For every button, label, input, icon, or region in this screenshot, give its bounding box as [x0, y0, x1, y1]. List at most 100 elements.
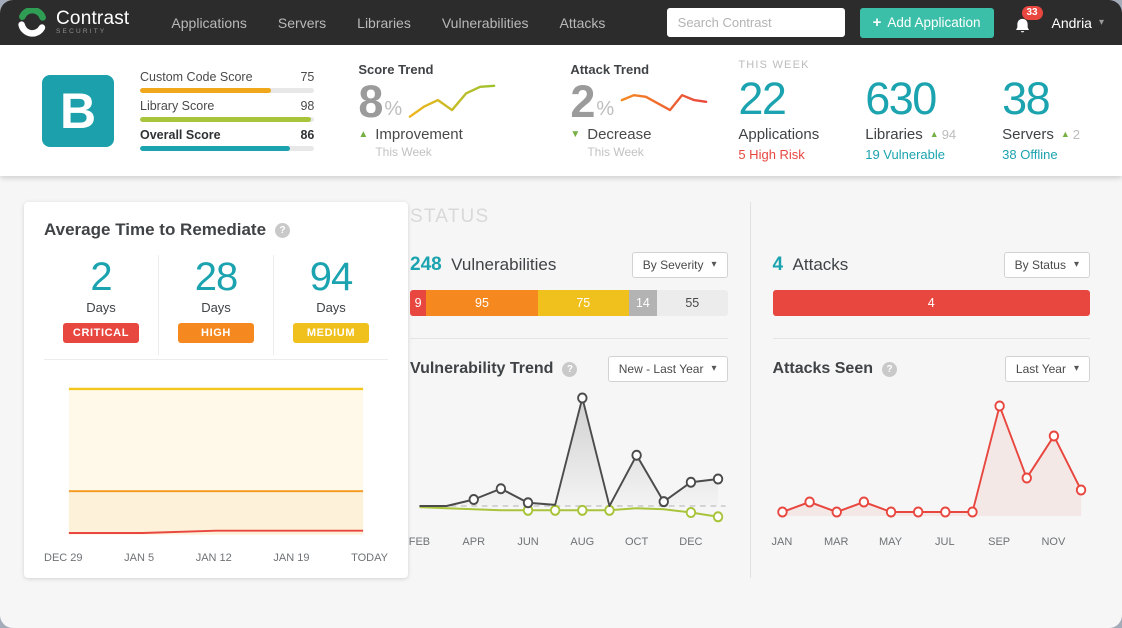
x-axis-label: DEC 29: [44, 552, 83, 564]
remediate-stat: 94 Days MEDIUM: [274, 255, 388, 355]
week-stat-applications: 22 Applications 5 High Risk: [738, 73, 820, 162]
score-trend-period: This Week: [375, 145, 432, 159]
caret-down-icon: ▾: [1098, 16, 1104, 28]
this-week-panel: THIS WEEK 22 Applications 5 High Risk 630 Li…: [738, 59, 1080, 162]
x-axis-label: SEP: [988, 536, 1011, 548]
remediate-x-axis: DEC 29 JAN 5 JAN 12 JAN 19 TODAY: [44, 552, 388, 564]
x-axis-label: TODAY: [351, 552, 388, 564]
attack-trend-pct: 2: [570, 75, 595, 127]
divider: [772, 338, 1090, 339]
divider: [44, 359, 388, 360]
attacks-bar[interactable]: 4: [772, 290, 1090, 316]
attacks-column: 4 Attacks By Status ▾ 4 Attacks Seen ? L…: [771, 202, 1093, 550]
average-time-to-remediate-card: Average Time to Remediate ? 2 Days CRITICA…: [24, 202, 408, 578]
x-axis-label: NOV: [1041, 536, 1066, 548]
vulnerabilities-stacked-bar: 9 95 75 14 55: [410, 290, 728, 316]
x-axis-label: JAN: [771, 536, 793, 548]
x-axis-label: APR: [462, 536, 486, 548]
x-axis-label: JAN 12: [195, 552, 232, 564]
score-row: Overall Score 86: [140, 128, 315, 151]
severity-segment[interactable]: 95: [426, 290, 538, 316]
help-icon[interactable]: ?: [562, 361, 578, 377]
vulnerabilities-count: 248: [410, 254, 442, 275]
attack-trend-pct-unit: %: [596, 97, 615, 120]
user-name: Andria: [1051, 14, 1092, 31]
status-column: STATUS 248 Vulnerabilities By Severity ▾…: [408, 202, 730, 550]
severity-segment[interactable]: 75: [537, 290, 629, 316]
score-trend-pct-unit: %: [384, 97, 403, 120]
severity-badge: MEDIUM: [293, 323, 369, 343]
attacks-seen-filter-dropdown[interactable]: Last Year ▾: [1004, 356, 1090, 382]
this-week-label: THIS WEEK: [738, 59, 810, 71]
status-filter-value: By Status: [1014, 258, 1066, 272]
severity-segment[interactable]: 9: [410, 290, 427, 316]
app-window: Contrast SECURITY Applications Servers Lib…: [0, 0, 1122, 628]
notifications-button[interactable]: 33: [1009, 5, 1043, 36]
attack-trend-panel: Attack Trend 2 % ▼ Decrease This Week: [570, 62, 738, 159]
nav-item-libraries[interactable]: Libraries: [357, 15, 411, 31]
divider: [410, 338, 728, 339]
search-input[interactable]: [666, 8, 845, 37]
remediate-chart: [68, 387, 364, 535]
week-stat-servers: 38 Servers ▲ 2 38 Offline: [1002, 73, 1080, 162]
add-application-button[interactable]: + Add Application: [859, 7, 994, 38]
help-icon[interactable]: ?: [882, 361, 897, 377]
user-menu[interactable]: Andria ▾: [1052, 15, 1105, 31]
this-week-stats: 22 Applications 5 High Risk 630 Libraries ▲ 94…: [738, 76, 1080, 162]
remediate-stat: 2 Days CRITICAL: [44, 255, 159, 355]
x-axis-label: JUN: [517, 536, 539, 548]
caret-down-icon: ▾: [711, 259, 717, 270]
triangle-up-icon: ▲: [1060, 129, 1070, 139]
nav-item-attacks[interactable]: Attacks: [560, 15, 606, 31]
top-nav: Contrast SECURITY Applications Servers Lib…: [0, 0, 1122, 45]
grade-badge: B: [42, 74, 114, 147]
brand-name: Contrast: [56, 8, 130, 30]
status-filter-dropdown[interactable]: By Status ▾: [1003, 252, 1090, 278]
score-row: Custom Code Score 75: [140, 70, 315, 93]
caret-down-icon: ▾: [1073, 259, 1079, 270]
status-heading: STATUS: [410, 206, 490, 227]
x-axis-label: JAN 5: [124, 552, 155, 564]
add-application-label: Add Application: [887, 15, 981, 30]
severity-segment[interactable]: 55: [657, 290, 728, 316]
severity-filter-value: By Severity: [642, 258, 704, 272]
nav-item-vulnerabilities[interactable]: Vulnerabilities: [442, 15, 529, 31]
notification-badge: 33: [1021, 5, 1043, 20]
nav-menu: Applications Servers Libraries Vulnerabilit…: [171, 15, 636, 31]
remediate-stat: 28 Days HIGH: [159, 255, 274, 355]
attacks-bar-value: 4: [927, 296, 935, 310]
attack-trend-sparkline: [620, 93, 708, 112]
score-trend-panel: Score Trend 8 % ▲ Improvement This Week: [358, 62, 526, 159]
brand-logo[interactable]: Contrast SECURITY: [18, 8, 129, 37]
plus-icon: +: [872, 14, 882, 31]
attacks-seen-chart: [776, 400, 1086, 518]
vulnerability-trend-filter-value: New - Last Year: [618, 362, 704, 376]
divider: [749, 202, 751, 578]
severity-segment[interactable]: 14: [628, 290, 658, 316]
caret-down-icon: ▾: [711, 363, 717, 374]
vulnerability-trend-title: Vulnerability Trend: [410, 360, 554, 377]
attack-trend-title: Attack Trend: [570, 62, 650, 77]
attack-trend-direction: Decrease: [587, 126, 652, 143]
triangle-up-icon: ▲: [929, 129, 939, 139]
caret-down-icon: ▾: [1073, 363, 1079, 374]
severity-badge: CRITICAL: [63, 323, 139, 343]
x-axis-label: DEC: [679, 536, 703, 548]
attacks-seen-title: Attacks Seen: [772, 360, 874, 377]
attacks-seen-x-axis: JAN MAR MAY JUL SEP NOV: [771, 536, 1091, 550]
vulnerability-trend-filter-dropdown[interactable]: New - Last Year ▾: [607, 356, 728, 382]
remediate-card-title: Average Time to Remediate: [44, 220, 267, 239]
nav-right: + Add Application 33 Andria ▾: [666, 5, 1105, 38]
x-axis-label: AUG: [570, 536, 595, 548]
help-icon[interactable]: ?: [275, 222, 291, 238]
score-trend-pct: 8: [358, 75, 383, 127]
severity-filter-dropdown[interactable]: By Severity ▾: [631, 252, 728, 278]
nav-item-servers[interactable]: Servers: [278, 15, 326, 31]
main-content: Average Time to Remediate ? 2 Days CRITICA…: [0, 176, 1122, 578]
x-axis-label: MAR: [824, 536, 849, 548]
score-summary-band: B Custom Code Score 75 Library Score 98 Over…: [0, 45, 1122, 176]
vulnerabilities-label: Vulnerabilities: [451, 255, 557, 274]
brand-subtitle: SECURITY: [56, 28, 107, 36]
x-axis-label: MAY: [879, 536, 903, 548]
nav-item-applications[interactable]: Applications: [171, 15, 247, 31]
